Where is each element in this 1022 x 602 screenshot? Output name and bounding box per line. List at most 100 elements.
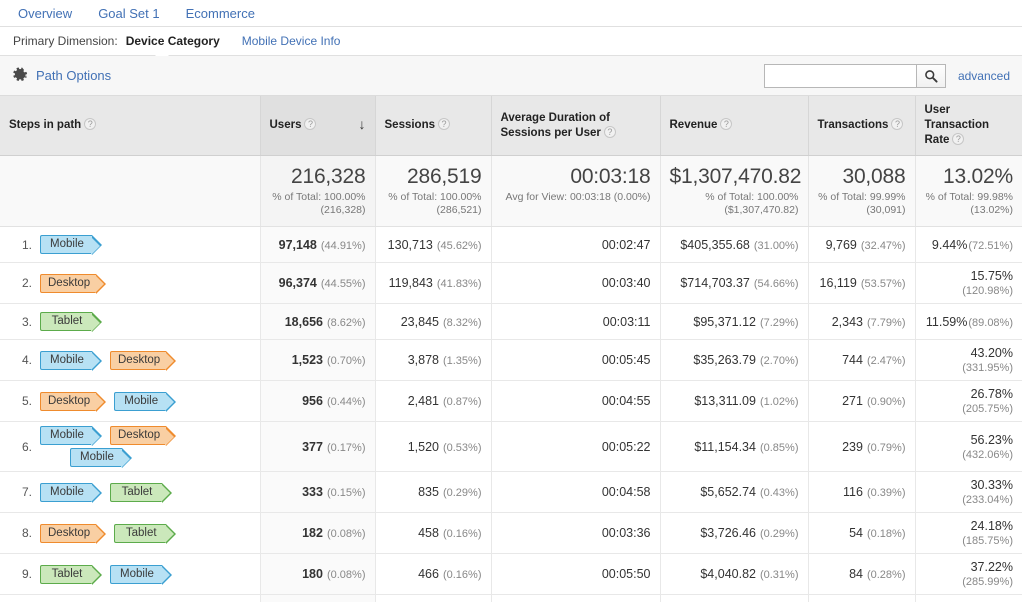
transactions-value: 116: [843, 485, 863, 499]
users-value: 956: [302, 394, 323, 408]
help-icon[interactable]: ?: [603, 125, 616, 138]
help-icon[interactable]: ?: [84, 118, 97, 130]
path-step-chip-desktop[interactable]: Desktop: [110, 350, 177, 371]
path-step-chip-tablet[interactable]: Tablet: [40, 312, 102, 332]
path-step-chips: Mobile Desktop: [40, 350, 251, 371]
help-icon[interactable]: ?: [438, 118, 450, 130]
avg-duration-cell: 00:05:50: [491, 553, 661, 595]
tab-ecommerce[interactable]: Ecommerce: [186, 6, 255, 21]
search-button[interactable]: [915, 63, 946, 88]
transactions-cell: 84 (0.28%): [808, 553, 916, 595]
users-cell: 1,523 (0.70%): [260, 339, 376, 381]
user-transaction-rate-value: 24.18%: [970, 519, 1013, 533]
user-transaction-rate-cell: 11.59%(89.08%): [915, 303, 1022, 340]
path-step-chip-mobile[interactable]: Mobile: [70, 448, 132, 468]
help-icon[interactable]: ?: [891, 118, 904, 130]
users-cell: 18,656 (8.62%): [260, 303, 376, 340]
dimension-device-category[interactable]: Device Category: [126, 34, 220, 48]
summary-revenue-sub: % of Total: 100.00% ($1,307,470.82): [705, 191, 799, 216]
path-step-chip-mobile[interactable]: Mobile: [40, 235, 102, 255]
transactions-cell: 54 (0.18%): [808, 512, 916, 554]
column-header-revenue[interactable]: Revenue?: [660, 96, 809, 156]
revenue-percent: (54.66%): [753, 278, 799, 290]
transactions-percent: (53.57%): [860, 278, 906, 290]
path-step-chip-mobile[interactable]: Mobile: [40, 350, 102, 371]
path-step-chip-mobile[interactable]: Mobile: [40, 426, 102, 446]
advanced-search-link[interactable]: advanced: [958, 69, 1010, 83]
summary-user-transaction-rate: 13.02% % of Total: 99.98% (13.02%): [915, 155, 1022, 227]
transactions-value: 271: [842, 394, 863, 408]
table-row[interactable]: 3. Tablet 18,656 (8.62%) 23,845 (8.32%) 00:03:…: [0, 303, 1022, 340]
revenue-value: $95,371.12: [693, 314, 756, 329]
path-step-chip-desktop[interactable]: Desktop: [40, 523, 107, 544]
user-transaction-rate-percent: (72.51%): [968, 239, 1013, 252]
column-header-steps-in-path[interactable]: Steps in path?: [0, 96, 261, 156]
column-header-users[interactable]: Users? ↓: [260, 96, 376, 156]
sessions-percent: (0.16%): [442, 569, 482, 581]
table-row[interactable]: 4. Mobile Desktop 1,523 (0.70%) 3,878 (1.35%) 0…: [0, 339, 1022, 381]
avg-duration-value: 00:05:50: [601, 567, 651, 581]
search-input[interactable]: [763, 63, 916, 88]
tab-goal-set-1[interactable]: Goal Set 1: [98, 6, 159, 21]
user-transaction-rate-percent: (432.06%): [962, 448, 1013, 461]
steps-in-path-cell: 3. Tablet: [0, 303, 261, 340]
users-value: 96,374: [278, 276, 317, 290]
dimension-mobile-device-info[interactable]: Mobile Device Info: [242, 34, 341, 48]
sessions-value: 466: [418, 567, 439, 581]
sessions-cell: 23,845 (8.32%): [375, 303, 492, 340]
avg-duration-cell: 00:06:19: [491, 594, 661, 602]
help-icon[interactable]: ?: [952, 133, 965, 145]
path-step-chip-desktop[interactable]: Desktop: [40, 391, 107, 412]
column-header-user-transaction-rate[interactable]: User Transaction Rate?: [915, 96, 1022, 156]
avg-duration-value: 00:03:36: [601, 526, 651, 540]
users-percent: (8.62%): [326, 316, 366, 329]
path-step-chip-mobile[interactable]: Mobile: [110, 564, 172, 585]
table-row[interactable]: 1. Mobile 97,148 (44.91%) 130,713 (45.62%) 00:…: [0, 226, 1022, 263]
table-row[interactable]: 5. Desktop Mobile 956 (0.44%) 2,481 (0.87%) 00:…: [0, 380, 1022, 422]
sessions-percent: (0.87%): [442, 396, 482, 408]
gear-icon[interactable]: [12, 67, 29, 84]
table-row[interactable]: 8. Desktop Tablet 182 (0.08%) 458 (0.16%) 00:03…: [0, 512, 1022, 554]
sort-descending-icon[interactable]: ↓: [359, 117, 366, 131]
revenue-value: $11,154.34: [694, 439, 756, 454]
path-report-table: Steps in path? Users? ↓ Sessions? Average…: [0, 96, 1022, 602]
steps-in-path-cell: 2. Desktop: [0, 262, 261, 304]
table-row[interactable]: 9. Tablet Mobile 180 (0.08%) 466 (0.16%) 00:05:…: [0, 553, 1022, 595]
path-step-chip-desktop[interactable]: Desktop: [40, 273, 107, 294]
user-transaction-rate-cell: 56.23%(432.06%): [915, 421, 1022, 472]
table-row[interactable]: 6. Mobile Desktop Mobile 377 (0.17%) 1,520 (0.5…: [0, 421, 1022, 472]
path-options-button[interactable]: Path Options: [36, 68, 111, 83]
revenue-value: $714,703.37: [680, 276, 750, 290]
steps-in-path-cell: 5. Desktop Mobile: [0, 380, 261, 422]
row-index: 3.: [21, 314, 32, 329]
revenue-cell: $3,726.46 (0.29%): [660, 512, 809, 554]
user-transaction-rate-percent: (89.08%): [968, 316, 1013, 329]
path-step-chip-mobile[interactable]: Mobile: [114, 391, 177, 412]
sessions-value: 119,843: [388, 276, 433, 290]
help-icon[interactable]: ?: [304, 118, 317, 130]
tab-overview[interactable]: Overview: [18, 6, 72, 21]
path-step-chip-tablet[interactable]: Tablet: [114, 523, 177, 544]
path-step-chip-tablet[interactable]: Tablet: [40, 564, 102, 585]
table-row[interactable]: 10.TabletDesktop150(0.07%)372(0.13%)00:0…: [0, 594, 1022, 602]
user-transaction-rate-cell: 37.22% (285.99%): [915, 553, 1022, 595]
users-value: 377: [302, 439, 323, 454]
path-step-chip-desktop[interactable]: Desktop: [110, 426, 177, 446]
path-step-chip-tablet[interactable]: Tablet: [110, 482, 172, 503]
summary-rate-sub: % of Total: 99.98% (13.02%): [925, 191, 1013, 216]
column-header-transactions[interactable]: Transactions?: [808, 96, 916, 156]
users-cell: 956 (0.44%): [260, 380, 376, 422]
sessions-percent: (8.32%): [442, 316, 482, 329]
sessions-cell: 119,843 (41.83%): [375, 262, 492, 304]
avg-duration-value: 00:04:55: [601, 394, 651, 408]
table-row[interactable]: 7. Mobile Tablet 333 (0.15%) 835 (0.29%) 00:04:…: [0, 471, 1022, 513]
column-header-sessions[interactable]: Sessions?: [375, 96, 492, 156]
transactions-cell: 16,119 (53.57%): [808, 262, 916, 304]
table-row[interactable]: 2. Desktop 96,374 (44.55%) 119,843 (41.83%) 00…: [0, 262, 1022, 304]
transactions-percent: (0.39%): [866, 487, 906, 499]
help-icon[interactable]: ?: [720, 118, 733, 130]
column-header-avg-duration[interactable]: Average Duration of Sessions per User?: [491, 96, 661, 156]
revenue-value: $4,040.82: [700, 567, 756, 581]
transactions-value: 54: [849, 526, 863, 540]
path-step-chip-mobile[interactable]: Mobile: [40, 482, 102, 503]
